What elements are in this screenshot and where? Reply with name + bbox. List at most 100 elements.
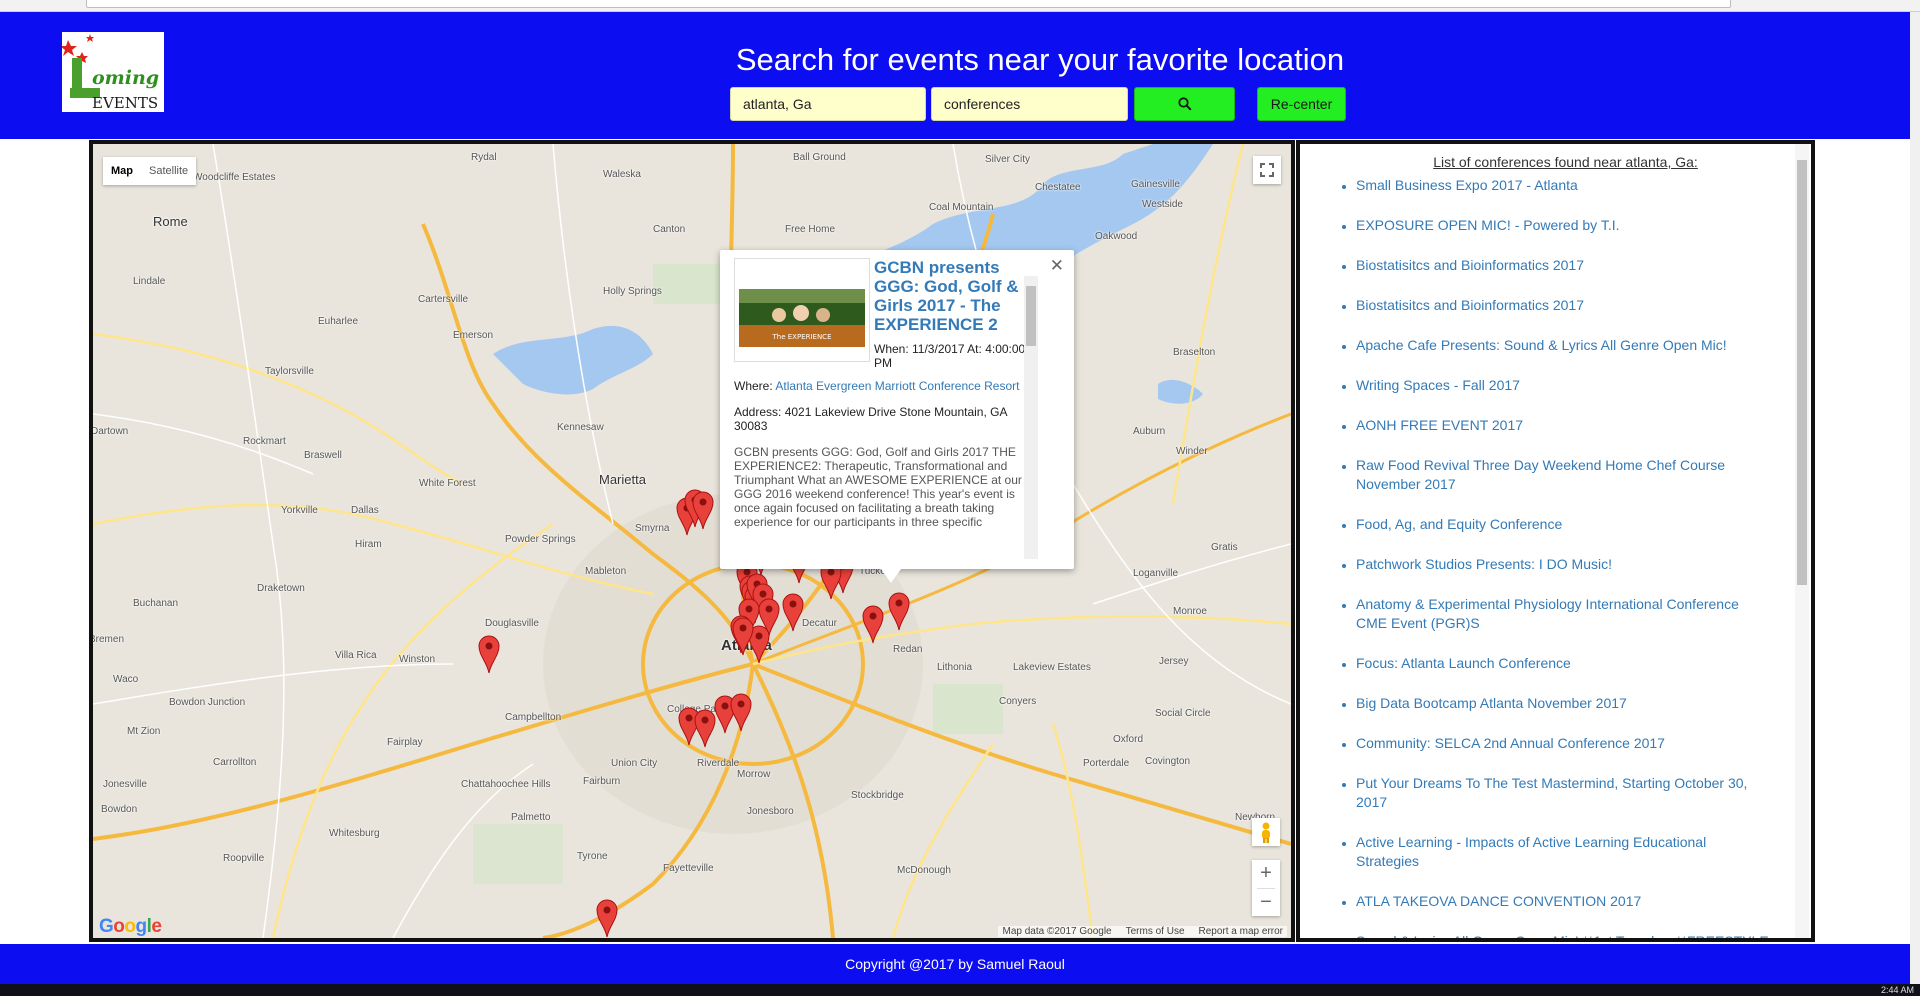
map-place-label: Yorkville — [281, 505, 318, 516]
result-item[interactable]: Sound & Lyrics All Genre Open Mic! **1st… — [1356, 932, 1811, 938]
result-item[interactable]: EXPOSURE OPEN MIC! - Powered by T.I. — [1356, 216, 1811, 235]
zoom-control: + − — [1252, 860, 1280, 916]
map-place-label: Waco — [113, 674, 139, 685]
event-marker[interactable] — [596, 898, 618, 938]
event-marker[interactable] — [692, 490, 714, 530]
map-place-label: Free Home — [785, 224, 836, 235]
close-icon[interactable]: ✕ — [1050, 256, 1064, 276]
map-place-label: Bowdon Junction — [169, 697, 246, 708]
map-place-label: Kennesaw — [557, 422, 604, 433]
map-pin-icon — [888, 592, 910, 631]
map-place-label: Winder — [1176, 446, 1208, 457]
zoom-out-button[interactable]: − — [1252, 889, 1280, 917]
event-marker[interactable] — [694, 708, 716, 748]
map-place-label: Whitesburg — [329, 828, 380, 839]
result-item[interactable]: Community: SELCA 2nd Annual Conference 2… — [1356, 734, 1811, 753]
result-item[interactable]: Small Business Expo 2017 - Atlanta — [1356, 176, 1811, 195]
map-place-label: Villa Rica — [335, 650, 377, 661]
event-marker[interactable] — [862, 604, 884, 644]
page-title: Search for events near your favorite loc… — [735, 42, 1345, 77]
map-place-label: Stockbridge — [851, 790, 904, 801]
event-marker[interactable] — [782, 592, 804, 632]
map-place-label: Auburn — [1133, 426, 1166, 437]
map-place-label: Powder Springs — [505, 534, 576, 545]
street-view-pegman[interactable] — [1252, 818, 1280, 846]
map-place-label: Douglasville — [485, 618, 539, 629]
result-item[interactable]: Focus: Atlanta Launch Conference — [1356, 654, 1811, 673]
result-item[interactable]: Biostatisitcs and Bioinformatics 2017 — [1356, 296, 1811, 315]
map-place-label: Redan — [893, 644, 923, 655]
map-pin-icon — [478, 635, 500, 674]
map-place-label: Jonesboro — [747, 806, 794, 817]
map-place-label: Gainesville — [1131, 179, 1180, 190]
map-type-satellite-button[interactable]: Satellite — [141, 157, 196, 185]
result-item[interactable]: ATLA TAKEOVA DANCE CONVENTION 2017 — [1356, 892, 1811, 911]
map-place-label: Chattahoochee Hills — [461, 779, 551, 790]
search-icon — [1177, 97, 1192, 111]
result-item[interactable]: Writing Spaces - Fall 2017 — [1356, 376, 1811, 395]
map-place-label: Marietta — [599, 472, 646, 487]
map-place-label: Cartersville — [418, 294, 469, 305]
map-place-label: Silver City — [985, 154, 1031, 165]
map-place-label: Mableton — [585, 566, 627, 577]
map-place-label: Buchanan — [133, 598, 179, 609]
keyword-input[interactable] — [931, 87, 1128, 121]
map-place-label: Braselton — [1173, 347, 1216, 358]
map-type-map-button[interactable]: Map — [103, 157, 141, 185]
result-item[interactable]: Patchwork Studios Presents: I DO Music! — [1356, 555, 1811, 574]
result-item[interactable]: Raw Food Revival Three Day Weekend Home … — [1356, 456, 1811, 494]
map-place-label: Tyrone — [577, 851, 608, 862]
map-pin-icon — [862, 605, 884, 644]
result-item[interactable]: AONH FREE EVENT 2017 — [1356, 416, 1811, 435]
svg-text:oming: oming — [92, 67, 159, 89]
result-item[interactable]: Put Your Dreams To The Test Mastermind, … — [1356, 774, 1811, 812]
map-place-label: Decatur — [802, 618, 838, 629]
window-edge — [1910, 12, 1920, 984]
map-place-label: Covington — [1145, 756, 1191, 767]
map-place-label: Jersey — [1159, 656, 1189, 667]
map-place-label: Lakeview Estates — [1013, 662, 1091, 673]
map-pin-icon — [694, 709, 716, 748]
map-place-label: Bremen — [89, 634, 125, 645]
map-place-label: Winston — [399, 654, 436, 665]
event-marker[interactable] — [888, 591, 910, 631]
map-place-label: Coal Mountain — [929, 202, 994, 213]
event-thumbnail: The EXPERIENCE — [734, 258, 870, 362]
site-logo[interactable]: oming EVENTS — [60, 32, 164, 112]
address-bar[interactable] — [86, 0, 1731, 8]
events-map[interactable]: Rydal Ball Ground Silver City Waleska Woodcl… — [89, 140, 1295, 942]
zoom-in-button[interactable]: + — [1252, 860, 1280, 888]
result-item[interactable]: Apache Cafe Presents: Sound & Lyrics All… — [1356, 336, 1811, 355]
location-input[interactable] — [730, 87, 926, 121]
info-window-content[interactable]: The EXPERIENCE GCBN presents GGG: God, G… — [734, 258, 1032, 561]
venue-link[interactable]: Atlanta Evergreen Marriott Conference Re… — [775, 379, 1019, 393]
map-place-label: Hiram — [355, 539, 382, 550]
result-item[interactable]: Big Data Bootcamp Atlanta November 2017 — [1356, 694, 1811, 713]
result-item[interactable]: Anatomy & Experimental Physiology Intern… — [1356, 595, 1811, 633]
map-place-label: Woodcliffe Estates — [193, 172, 276, 183]
terms-of-use-link[interactable]: Terms of Use — [1126, 926, 1185, 937]
map-place-label: Dallas — [351, 505, 379, 516]
map-place-label: Dartown — [91, 426, 129, 437]
google-logo[interactable]: Google — [99, 916, 162, 938]
map-canvas[interactable] — [93, 144, 1291, 938]
recenter-button[interactable]: Re-center — [1257, 87, 1346, 121]
event-description: GCBN presents GGG: God, Golf and Girls 2… — [734, 445, 1022, 529]
map-place-label: Oakwood — [1095, 231, 1138, 242]
results-scrollbar[interactable] — [1795, 144, 1809, 938]
result-item[interactable]: Active Learning - Impacts of Active Lear… — [1356, 833, 1811, 871]
info-window-scrollbar[interactable] — [1024, 276, 1038, 559]
map-place-label: Fairplay — [387, 737, 423, 748]
taskbar-clock: 2:44 AM — [1880, 985, 1914, 995]
search-button[interactable] — [1134, 87, 1235, 121]
map-pin-icon — [782, 593, 804, 632]
fullscreen-button[interactable] — [1253, 156, 1281, 184]
event-marker[interactable] — [478, 634, 500, 674]
map-type-control: Map Satellite — [103, 157, 197, 185]
result-item[interactable]: Biostatisitcs and Bioinformatics 2017 — [1356, 256, 1811, 275]
browser-toolbar — [0, 0, 1920, 12]
event-marker[interactable] — [730, 692, 752, 732]
report-map-error-link[interactable]: Report a map error — [1199, 926, 1283, 937]
result-item[interactable]: Food, Ag, and Equity Conference — [1356, 515, 1811, 534]
event-marker[interactable] — [732, 616, 754, 656]
